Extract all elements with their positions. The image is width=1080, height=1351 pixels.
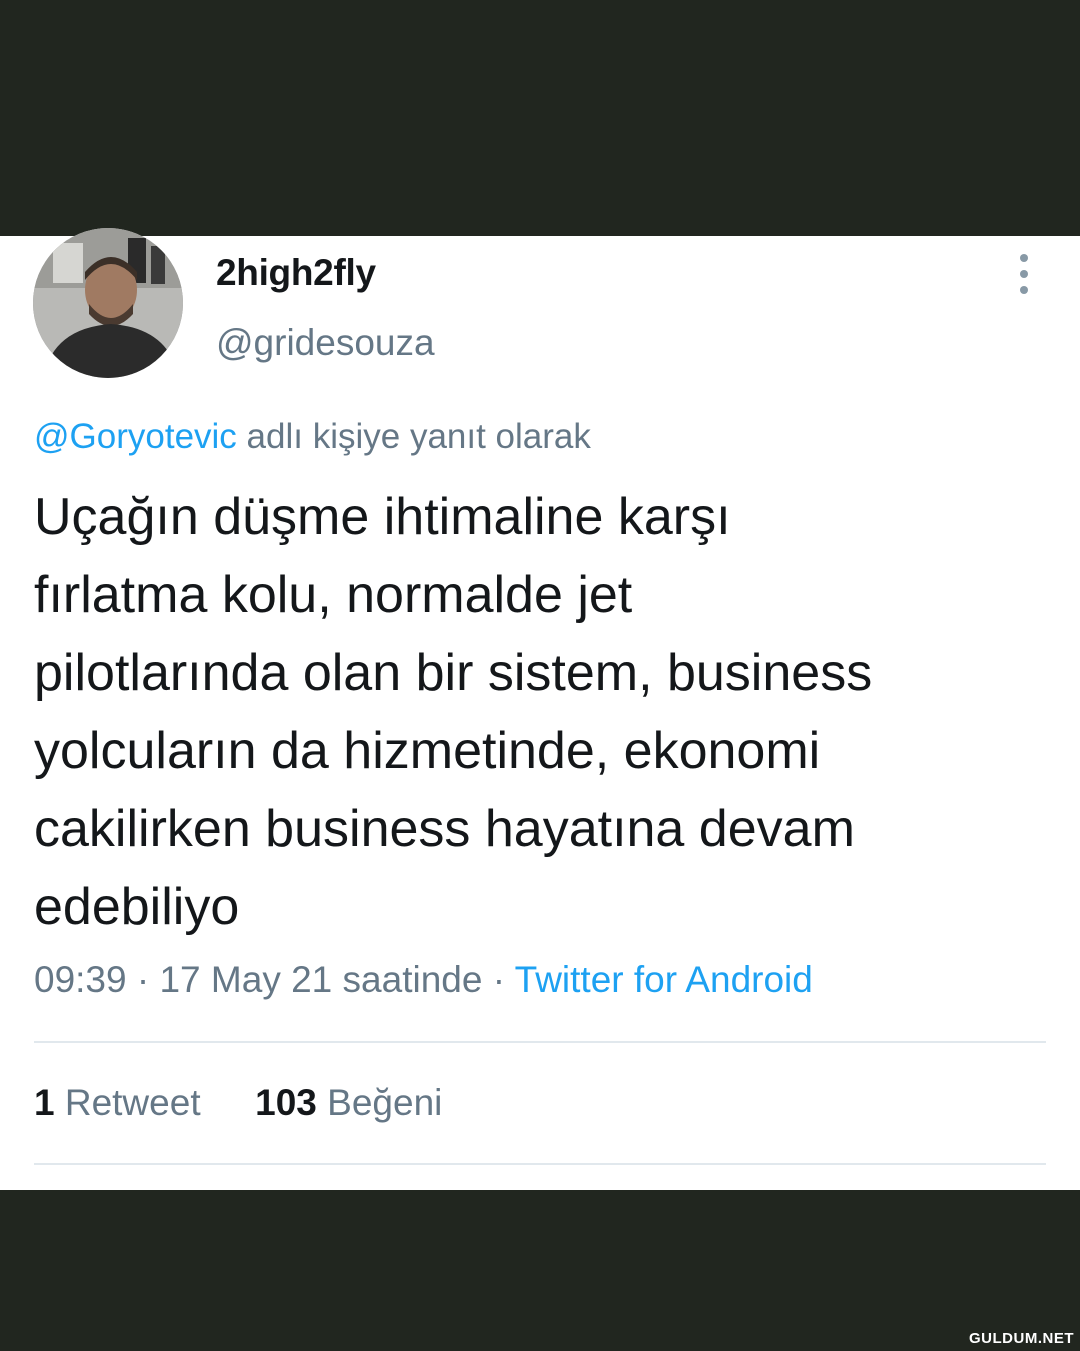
avatar-photo bbox=[33, 228, 183, 378]
watermark: GULDUM.NET bbox=[969, 1330, 1074, 1347]
reply-context-label: adlı kişiye yanıt olarak bbox=[246, 417, 591, 456]
like-count: 103 bbox=[255, 1082, 317, 1123]
tweet-card: 2high2fly @gridesouza @Goryotevic adlı k… bbox=[0, 228, 1080, 1190]
retweet-count: 1 bbox=[34, 1082, 55, 1123]
tweet-text-line: fırlatma kolu, normalde jet bbox=[34, 566, 633, 624]
tweet-date[interactable]: 17 May 21 saatinde bbox=[159, 959, 482, 1000]
user-handle[interactable]: @gridesouza bbox=[216, 322, 435, 364]
more-vertical-icon bbox=[1020, 254, 1028, 262]
likes-stat[interactable]: 103 Beğeni bbox=[255, 1082, 442, 1123]
tweet-text-line: cakilirken business hayatına devam bbox=[34, 800, 855, 858]
retweets-stat[interactable]: 1 Retweet bbox=[34, 1082, 211, 1123]
tweet-time[interactable]: 09:39 bbox=[34, 959, 127, 1000]
more-options-button[interactable] bbox=[1008, 254, 1040, 294]
reply-context: @Goryotevic adlı kişiye yanıt olarak bbox=[34, 417, 591, 457]
like-label: Beğeni bbox=[327, 1082, 443, 1123]
reply-mention-link[interactable]: @Goryotevic bbox=[34, 417, 237, 456]
avatar[interactable] bbox=[33, 228, 183, 378]
tweet-text-line: yolcuların da hizmetinde, ekonomi bbox=[34, 722, 821, 780]
tweet-text-line: edebiliyo bbox=[34, 878, 240, 936]
tweet-text-line: Uçağın düşme ihtimaline karşı bbox=[34, 488, 731, 546]
divider bbox=[34, 1163, 1046, 1165]
tweet-meta: 09:39 · 17 May 21 saatinde · Twitter for… bbox=[34, 959, 813, 1001]
bottom-background-band bbox=[0, 1190, 1080, 1351]
tweet-stats: 1 Retweet 103 Beğeni bbox=[34, 1082, 442, 1124]
retweet-label: Retweet bbox=[64, 1082, 201, 1123]
meta-separator: · bbox=[136, 959, 150, 1000]
tweet-text: Uçağın düşme ihtimaline karşı fırlatma k… bbox=[34, 478, 1044, 946]
display-name[interactable]: 2high2fly bbox=[216, 252, 376, 294]
tweet-source-link[interactable]: Twitter for Android bbox=[515, 959, 813, 1000]
meta-separator: · bbox=[492, 959, 506, 1000]
tweet-text-line: pilotlarında olan bir sistem, business bbox=[34, 644, 873, 702]
top-background-band bbox=[0, 0, 1080, 236]
divider bbox=[34, 1041, 1046, 1043]
